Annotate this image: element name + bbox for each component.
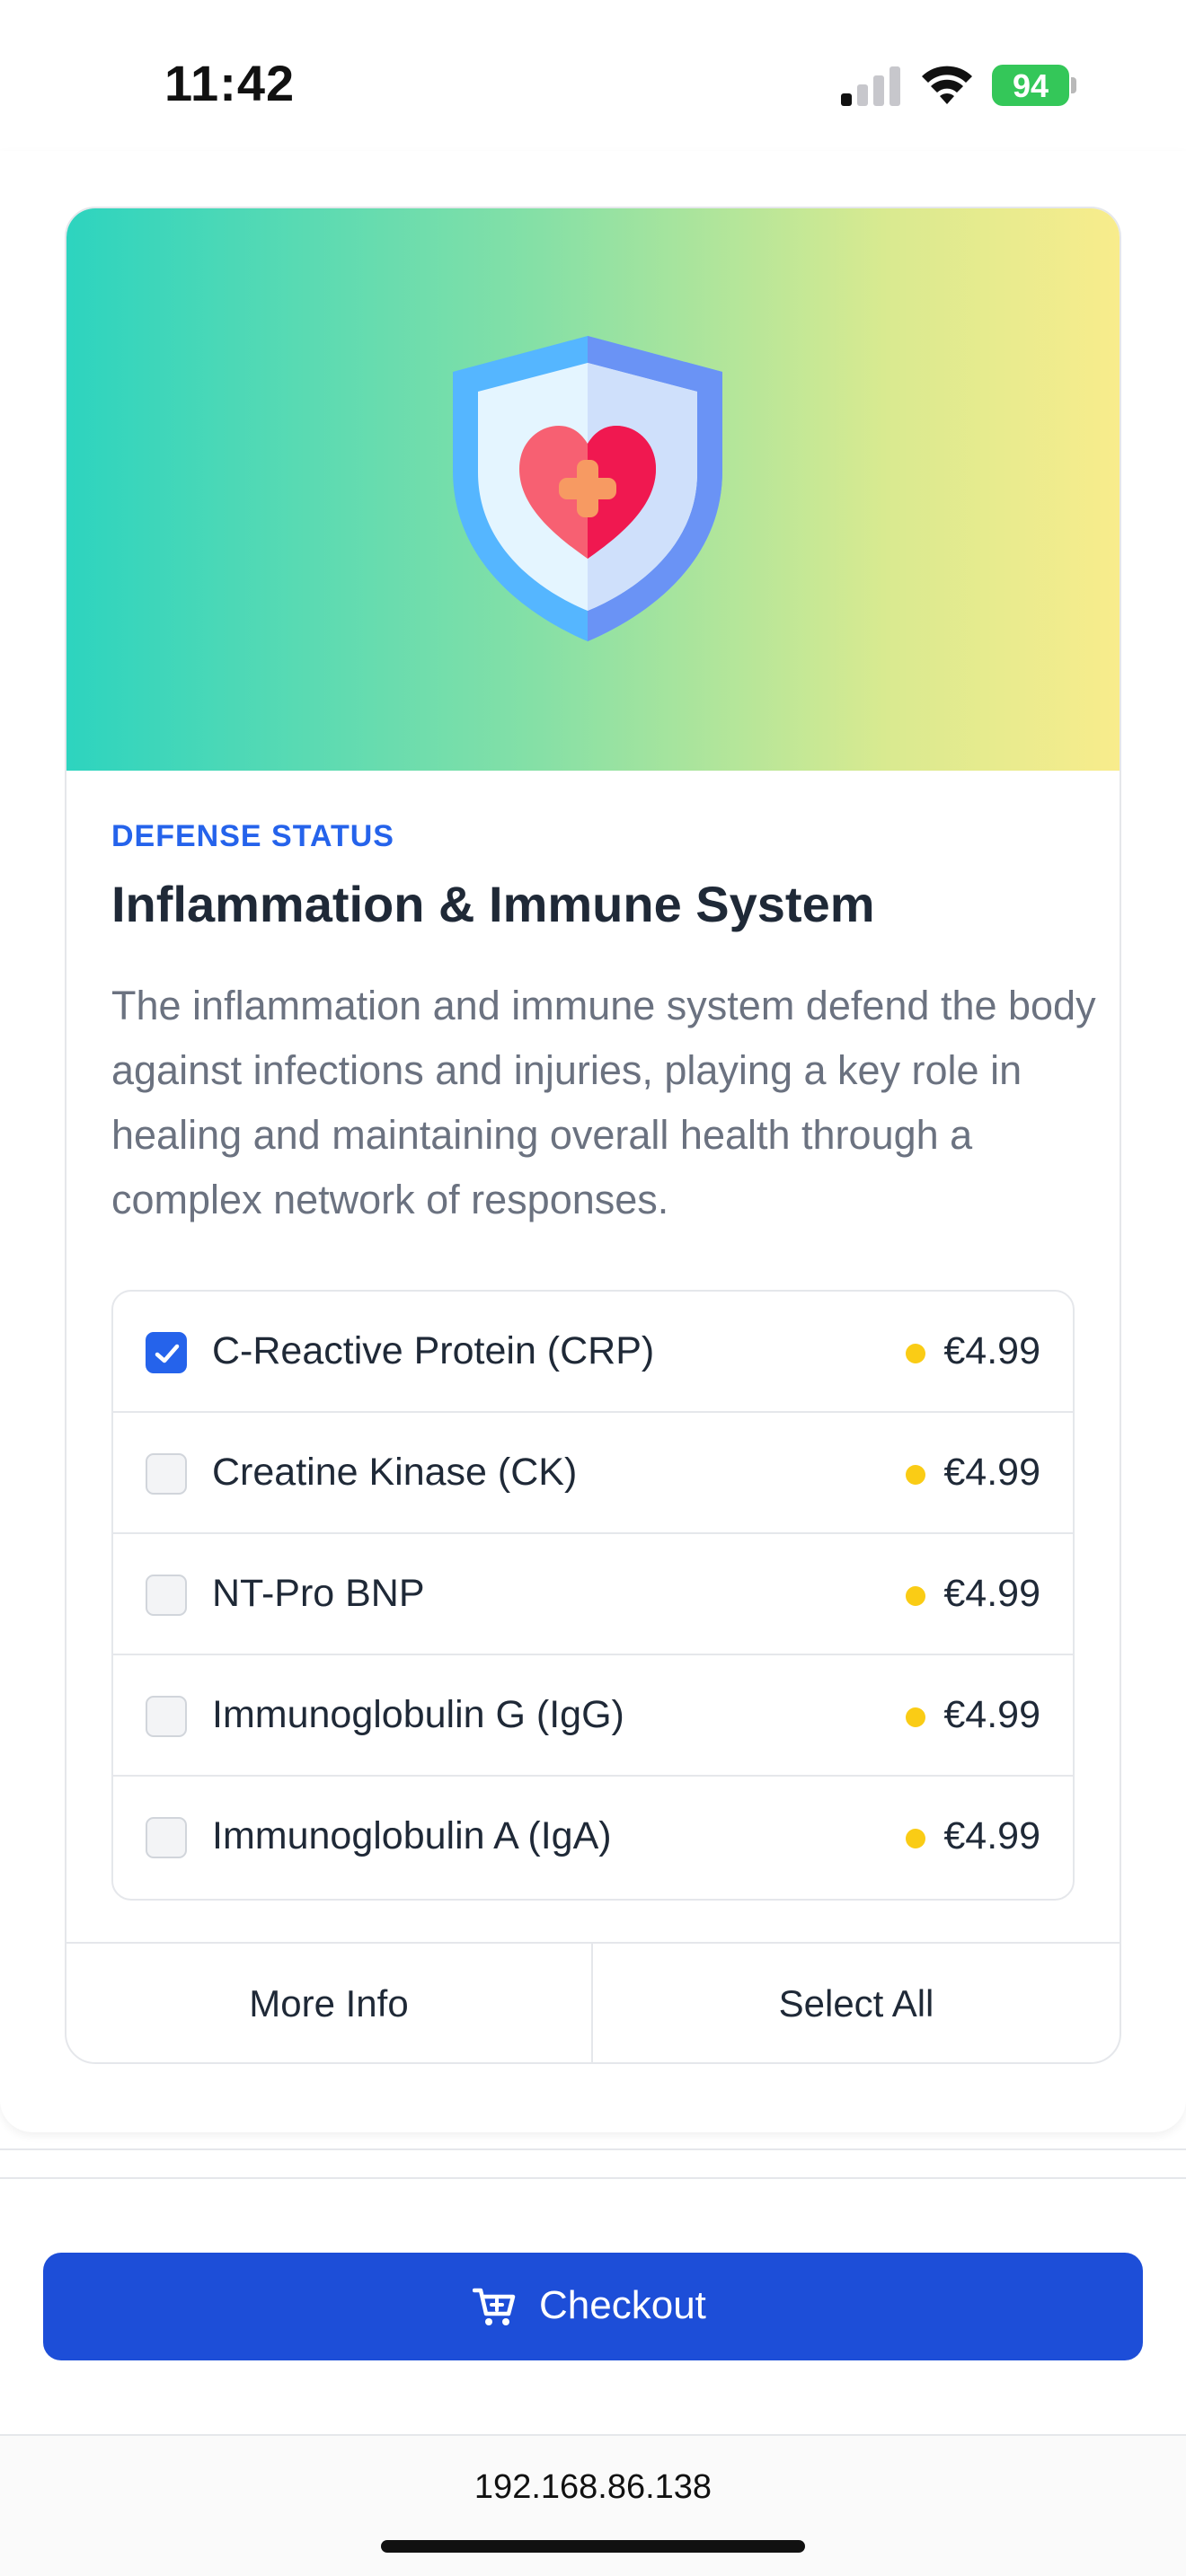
test-name: NT-Pro BNP	[212, 1572, 425, 1615]
test-price: €4.99	[943, 1572, 1040, 1615]
shield-heart-icon	[453, 336, 722, 641]
price-dot-icon	[906, 1344, 925, 1363]
test-checkbox[interactable]	[146, 1817, 187, 1858]
price-dot-icon	[906, 1707, 925, 1727]
price-dot-icon	[906, 1586, 925, 1606]
price-dot-icon	[906, 1465, 925, 1485]
test-checkbox[interactable]	[146, 1453, 187, 1495]
page: 11:42 94 DEFENSE STATUS Inflammation & I…	[0, 0, 1186, 2576]
test-name: Immunoglobulin A (IgA)	[212, 1814, 612, 1857]
category-label: DEFENSE STATUS	[111, 819, 394, 853]
wifi-icon	[922, 66, 972, 104]
checkmark-icon	[155, 1344, 180, 1363]
test-category-card: DEFENSE STATUS Inflammation & Immune Sys…	[65, 207, 1121, 2064]
checkout-label: Checkout	[539, 2283, 706, 2327]
select-all-button[interactable]: Select All	[593, 1944, 1120, 2062]
card-actions: More Info Select All	[66, 1942, 1120, 2062]
card-hero	[66, 208, 1120, 771]
cellular-signal-icon	[841, 66, 900, 106]
test-row[interactable]: Immunoglobulin G (IgG) €4.99	[113, 1655, 1073, 1777]
test-list: C-Reactive Protein (CRP) €4.99 Creatine …	[111, 1290, 1075, 1901]
test-checkbox[interactable]	[146, 1575, 187, 1616]
test-row[interactable]: Creatine Kinase (CK) €4.99	[113, 1413, 1073, 1534]
checkout-button[interactable]: Checkout	[43, 2253, 1143, 2360]
price-dot-icon	[906, 1829, 925, 1848]
status-bar: 11:42 94	[0, 0, 1186, 171]
test-price: €4.99	[943, 1693, 1040, 1736]
test-checkbox[interactable]	[146, 1696, 187, 1737]
browser-url-bar[interactable]: 192.168.86.138	[0, 2434, 1186, 2576]
home-indicator[interactable]	[381, 2540, 805, 2553]
test-price: €4.99	[943, 1814, 1040, 1857]
battery-indicator: 94	[992, 65, 1078, 106]
battery-level: 94	[1012, 67, 1049, 104]
test-row[interactable]: NT-Pro BNP €4.99	[113, 1534, 1073, 1655]
test-price: €4.99	[943, 1329, 1040, 1372]
test-price: €4.99	[943, 1451, 1040, 1494]
url-text[interactable]: 192.168.86.138	[0, 2468, 1186, 2507]
cart-icon	[473, 2288, 516, 2325]
test-name: Immunoglobulin G (IgG)	[212, 1693, 624, 1736]
card-description: The inflammation and immune system defen…	[111, 983, 1096, 1222]
test-name: C-Reactive Protein (CRP)	[212, 1329, 655, 1372]
test-row[interactable]: C-Reactive Protein (CRP) €4.99	[113, 1292, 1073, 1413]
test-row[interactable]: Immunoglobulin A (IgA) €4.99	[113, 1777, 1073, 1898]
battery-cap	[1071, 77, 1076, 93]
sheet-divider	[0, 2148, 1186, 2150]
card-title: Inflammation & Immune System	[111, 876, 875, 932]
status-time: 11:42	[164, 55, 296, 111]
more-info-button[interactable]: More Info	[66, 1944, 593, 2062]
test-checkbox-checked[interactable]	[146, 1332, 187, 1373]
test-name: Creatine Kinase (CK)	[212, 1451, 578, 1494]
footer-divider	[0, 2177, 1186, 2179]
